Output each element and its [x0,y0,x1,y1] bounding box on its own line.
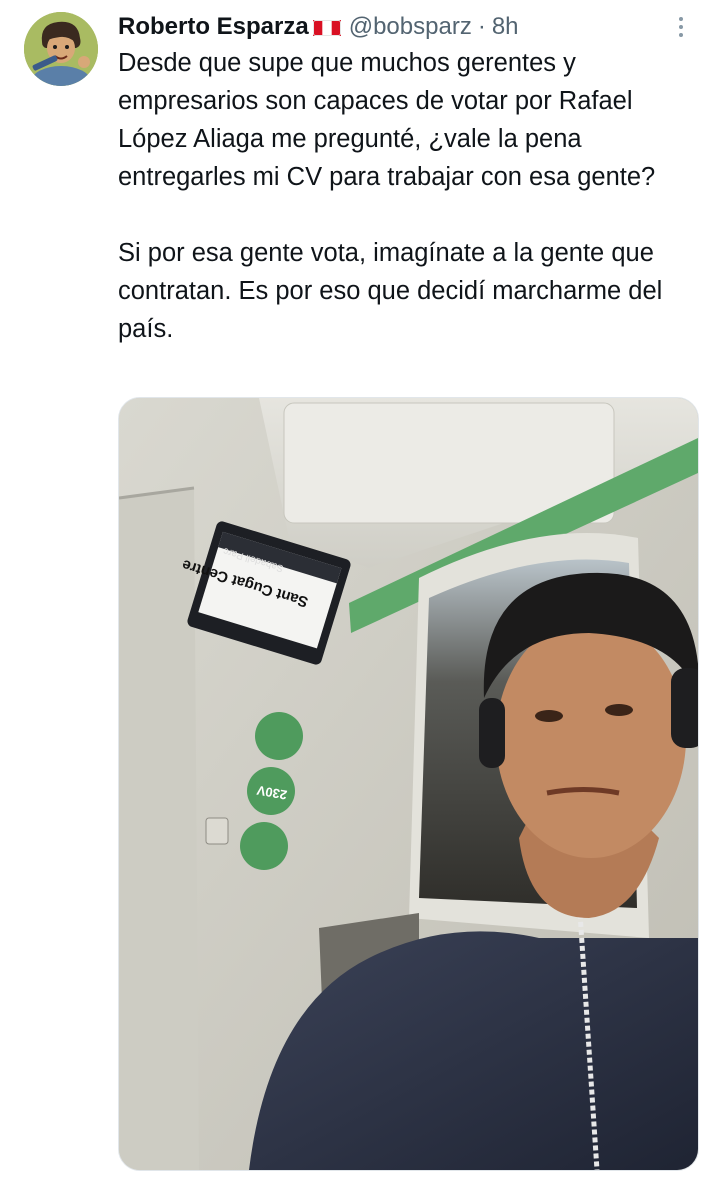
avatar[interactable] [24,12,98,86]
separator-dot: · [477,13,486,40]
more-options-icon[interactable] [671,12,691,42]
tweet-header: Roberto Esparza @bobsparz · 8h [118,10,659,44]
tweet-paragraph: Desde que supe que muchos gerentes y emp… [118,49,656,191]
tweet-photo[interactable]: Sant Cugat Centre Sabadell Parc 230V [118,397,699,1171]
author-name[interactable]: Roberto Esparza [118,13,309,41]
tweet-card[interactable]: Roberto Esparza @bobsparz · 8h Desde que… [0,0,719,1178]
tweet-paragraph: Si por esa gente vota, imagínate a la ge… [118,239,663,343]
avatar-illustration-icon [24,12,98,86]
peru-flag-icon [312,20,341,36]
train-selfie-photo: Sant Cugat Centre Sabadell Parc 230V [119,398,698,1170]
tweet-text: Desde que supe que muchos gerentes y emp… [118,44,708,348]
author-handle[interactable]: @bobsparz [349,13,472,41]
timestamp[interactable]: 8h [492,13,519,41]
